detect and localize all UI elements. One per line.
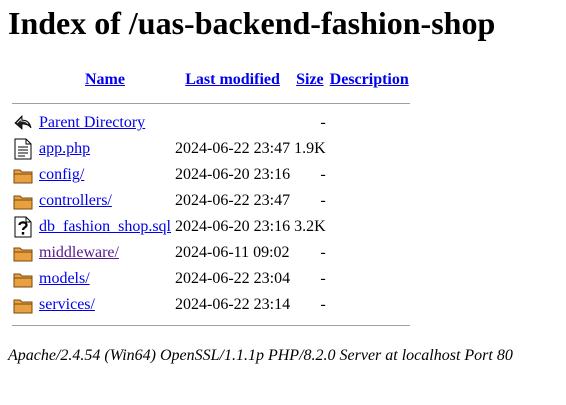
modified-cell: 2024-06-22 23:47 [175, 192, 291, 209]
name-cell: models/ [38, 266, 172, 292]
table-row: controllers/ 2024-06-22 23:47 - [12, 188, 410, 214]
size-cell: - [320, 114, 326, 131]
entry-link[interactable]: config/ [39, 166, 84, 183]
size-cell: 3.2K [294, 218, 326, 235]
sort-by-description-link[interactable]: Description [330, 71, 409, 88]
modified-cell: 2024-06-22 23:04 [175, 270, 291, 287]
table-row: services/ 2024-06-22 23:14 - [12, 292, 410, 318]
description-cell [329, 292, 410, 318]
sort-by-last-modified-link[interactable]: Last modified [185, 71, 280, 88]
entry-link[interactable]: Parent Directory [39, 114, 145, 131]
size-column-header: Size [293, 64, 327, 96]
description-cell [329, 214, 410, 240]
description-cell [329, 240, 410, 266]
description-cell [329, 188, 410, 214]
icon-cell [12, 188, 36, 214]
folder-icon [13, 299, 33, 314]
description-cell [329, 110, 410, 136]
modified-cell: 2024-06-20 23:16 [175, 218, 291, 235]
modified-cell [174, 110, 291, 136]
icon-cell [12, 110, 36, 136]
divider-top [12, 102, 410, 104]
icon-cell [12, 214, 36, 240]
icon-cell [12, 162, 36, 188]
size-cell: - [320, 296, 326, 313]
server-signature: Apache/2.4.54 (Win64) OpenSSL/1.1.1p PHP… [8, 347, 513, 364]
table-row: app.php 2024-06-22 23:47 1.9K [12, 136, 410, 162]
page-title: Index of /uas-backend-fashion-shop [8, 5, 496, 41]
table-row: middleware/ 2024-06-11 09:02 - [12, 240, 410, 266]
entry-link[interactable]: services/ [39, 296, 95, 313]
modified-cell: 2024-06-22 23:14 [175, 296, 291, 313]
name-cell: db_fashion_shop.sql [38, 214, 172, 240]
name-cell: middleware/ [38, 240, 172, 266]
table-row: models/ 2024-06-22 23:04 - [12, 266, 410, 292]
description-cell [329, 266, 410, 292]
icon-cell [12, 240, 36, 266]
sort-by-size-link[interactable]: Size [296, 71, 324, 88]
divider-bottom-cell [12, 318, 410, 332]
entry-link[interactable]: models/ [39, 270, 90, 287]
icon-cell [12, 292, 36, 318]
icon-cell [12, 136, 36, 162]
name-cell: controllers/ [38, 188, 172, 214]
folder-icon [13, 273, 33, 288]
entry-link[interactable]: controllers/ [39, 192, 112, 209]
modified-cell: 2024-06-20 23:16 [175, 166, 291, 183]
modified-cell: 2024-06-22 23:47 [175, 140, 291, 157]
unknown-file-icon [14, 216, 32, 238]
table-row: config/ 2024-06-20 23:16 - [12, 162, 410, 188]
folder-icon [13, 195, 33, 210]
icon-column-header [12, 64, 36, 96]
folder-icon [13, 169, 33, 184]
size-cell: - [320, 192, 326, 209]
divider-top-cell [12, 96, 410, 110]
entry-link[interactable]: middleware/ [39, 244, 119, 261]
name-cell: config/ [38, 162, 172, 188]
table-row: Parent Directory - [12, 110, 410, 136]
size-cell: - [320, 166, 326, 183]
header-row: Name Last modified Size Description [12, 64, 410, 96]
divider-bottom [12, 324, 410, 326]
name-column-header: Name [38, 64, 172, 96]
size-cell: - [320, 270, 326, 287]
name-cell: app.php [38, 136, 172, 162]
description-column-header: Description [329, 64, 410, 96]
directory-listing: Name Last modified Size Description Pare… [10, 64, 412, 332]
description-cell [329, 162, 410, 188]
modified-cell: 2024-06-11 09:02 [175, 244, 290, 261]
text-file-icon [14, 138, 32, 160]
entry-link[interactable]: app.php [39, 140, 90, 157]
table-row: db_fashion_shop.sql 2024-06-20 23:16 3.2… [12, 214, 410, 240]
sort-by-name-link[interactable]: Name [85, 71, 125, 88]
entry-link[interactable]: db_fashion_shop.sql [39, 218, 171, 235]
last-modified-column-header: Last modified [174, 64, 291, 96]
icon-cell [12, 266, 36, 292]
name-cell: services/ [38, 292, 172, 318]
name-cell: Parent Directory [38, 110, 172, 136]
back-icon [14, 115, 32, 130]
description-cell [329, 136, 410, 162]
folder-icon [13, 247, 33, 262]
size-cell: - [320, 244, 326, 261]
size-cell: 1.9K [294, 140, 326, 157]
